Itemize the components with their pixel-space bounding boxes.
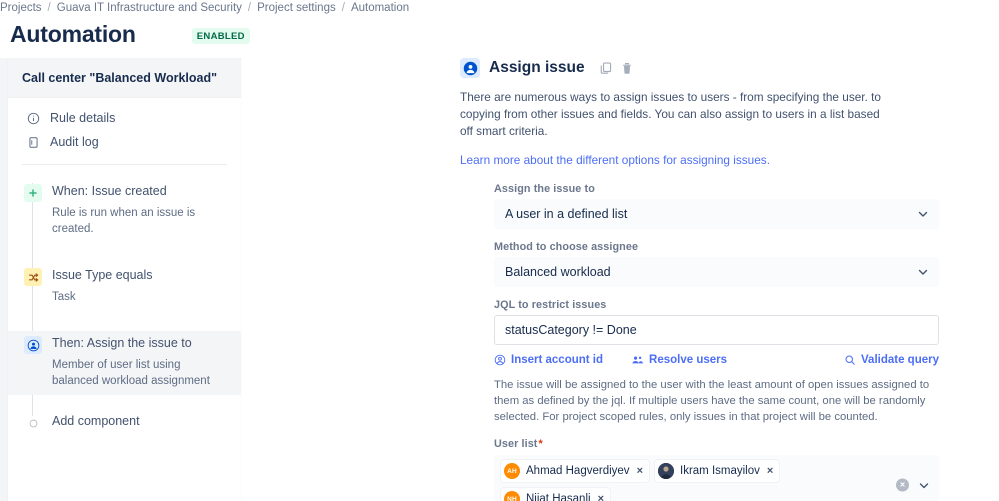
add-component-label: Add component	[52, 414, 140, 428]
breadcrumb-separator: /	[341, 2, 345, 14]
field-assign-to: Assign the issue to A user in a defined …	[494, 183, 939, 229]
jql-actions: Insert account id Resolve users Validate…	[494, 354, 939, 366]
insert-account-id-link[interactable]: Insert account id	[494, 354, 603, 366]
method-select[interactable]: Balanced workload	[494, 257, 939, 287]
status-badge: ENABLED	[191, 28, 250, 44]
chevron-down-icon[interactable]	[918, 479, 930, 491]
copy-icon[interactable]	[599, 61, 613, 75]
rule-name: Call center "Balanced Workload"	[8, 58, 241, 98]
sidebar-item-label: Rule details	[50, 111, 116, 125]
detail-title: Assign issue	[489, 59, 585, 76]
info-icon	[26, 111, 40, 125]
jql-value: statusCategory != Done	[505, 323, 637, 337]
add-component-button[interactable]: Add component	[8, 409, 241, 436]
user-chip[interactable]: Ikram Ismayilov ×	[655, 460, 780, 482]
avatar	[658, 463, 674, 479]
chevron-down-icon	[918, 269, 928, 275]
sidebar-item-audit-log[interactable]: Audit log	[8, 130, 241, 154]
detail-header-actions	[599, 61, 634, 75]
required-marker: *	[538, 438, 543, 450]
validate-query-label: Validate query	[861, 354, 939, 366]
field-method: Method to choose assignee Balanced workl…	[494, 241, 939, 287]
resolve-users-link[interactable]: Resolve users	[631, 354, 727, 366]
method-value: Balanced workload	[505, 265, 611, 279]
trash-icon[interactable]	[620, 61, 634, 75]
detail-description: There are numerous ways to assign issues…	[460, 90, 881, 138]
avatar-initials: AH	[507, 467, 517, 475]
avatar-initials: NH	[507, 495, 517, 501]
breadcrumb-item-projects[interactable]: Projects	[0, 2, 42, 14]
chain-node-condition[interactable]: Issue Type equals Task	[8, 263, 241, 311]
avatar: AH	[504, 463, 520, 479]
assign-user-icon	[24, 336, 42, 354]
detail-header: Assign issue	[460, 58, 959, 78]
rule-nav-list: Rule details Audit log	[8, 98, 241, 160]
assign-user-icon	[460, 58, 480, 78]
search-icon	[845, 355, 855, 365]
field-label: Assign the issue to	[494, 183, 595, 195]
user-list-field[interactable]: AH Ahmad Hagverdiyev × Ikram Ismayilov ×…	[494, 455, 939, 501]
user-list-label: User list	[494, 438, 538, 450]
breadcrumb-separator: /	[247, 2, 252, 14]
chain-node-subtitle: Member of user list using balanced workl…	[52, 359, 210, 387]
page-header: Automation ENABLED	[10, 20, 250, 48]
avatar: NH	[504, 491, 520, 501]
remove-chip-icon[interactable]: ×	[767, 465, 773, 477]
chain-spacer	[8, 243, 241, 263]
user-chip-name: Nijat Hasanli	[526, 493, 591, 501]
breadcrumb: Projects / Guava IT Infrastructure and S…	[0, 0, 409, 16]
user-list-controls: ×	[896, 478, 930, 492]
remove-chip-icon[interactable]: ×	[598, 493, 604, 501]
chevron-down-icon	[918, 211, 928, 217]
sidebar-item-rule-details[interactable]: Rule details	[8, 106, 241, 130]
breadcrumb-item-automation[interactable]: Automation	[351, 2, 409, 14]
user-chip-name: Ikram Ismayilov	[680, 465, 760, 477]
breadcrumb-separator: /	[47, 2, 51, 14]
chain-node-title: Then: Assign the issue to	[52, 336, 192, 350]
chain-node-title: When: Issue created	[52, 184, 167, 198]
field-label: JQL to restrict issues	[494, 299, 607, 311]
chain-node-subtitle: Rule is run when an issue is created.	[52, 207, 196, 235]
automation-page: Projects / Guava IT Infrastructure and S…	[0, 0, 999, 501]
field-label: Method to choose assignee	[494, 241, 639, 253]
resolve-users-label: Resolve users	[649, 354, 728, 366]
learn-more-link[interactable]: Learn more about the different options f…	[460, 153, 959, 167]
detail-panel: Assign issue There are numerous ways to …	[460, 58, 959, 501]
users-icon	[632, 356, 643, 364]
validate-query-link[interactable]: Validate query	[844, 354, 939, 366]
rule-card: Call center "Balanced Workload" Rule det…	[8, 58, 241, 501]
chain-spacer	[8, 311, 241, 331]
sidebar-item-label: Audit log	[50, 135, 99, 149]
chain-node-when[interactable]: When: Issue created Rule is run when an …	[8, 179, 241, 243]
chain-node-then[interactable]: Then: Assign the issue to Member of user…	[8, 331, 241, 395]
chain-spacer	[8, 395, 241, 409]
plus-icon	[24, 184, 42, 202]
circle-icon	[24, 414, 42, 432]
detail-form: Assign the issue to A user in a defined …	[460, 183, 959, 501]
page-title: Automation	[10, 21, 136, 47]
clear-icon[interactable]: ×	[896, 478, 909, 492]
field-user-list: User list* AH Ahmad Hagverdiyev × Ikram …	[494, 438, 939, 501]
user-chip[interactable]: AH Ahmad Hagverdiyev ×	[501, 460, 649, 482]
insert-account-id-label: Insert account id	[511, 354, 604, 366]
breadcrumb-item-project-settings[interactable]: Project settings	[257, 2, 336, 14]
audit-log-icon	[26, 135, 40, 149]
breadcrumb-item-project[interactable]: Guava IT Infrastructure and Security	[57, 2, 242, 14]
jql-input[interactable]: statusCategory != Done	[494, 315, 939, 345]
helper-text: The issue will be assigned to the user w…	[494, 379, 930, 423]
chain-node-title: Issue Type equals	[52, 268, 153, 282]
avatar-photo	[658, 463, 674, 479]
chain-node-subtitle: Task	[52, 291, 76, 303]
user-circle-icon	[494, 354, 506, 366]
field-label: User list*	[494, 438, 939, 450]
remove-chip-icon[interactable]: ×	[637, 465, 643, 477]
user-chip[interactable]: NH Nijat Hasanli ×	[501, 488, 610, 501]
user-chip-name: Ahmad Hagverdiyev	[526, 465, 630, 477]
assign-to-select[interactable]: A user in a defined list	[494, 199, 939, 229]
condition-icon	[24, 268, 42, 286]
assign-to-value: A user in a defined list	[505, 207, 628, 221]
rule-chain: When: Issue created Rule is run when an …	[8, 165, 241, 436]
field-jql: JQL to restrict issues statusCategory !=…	[494, 299, 939, 366]
